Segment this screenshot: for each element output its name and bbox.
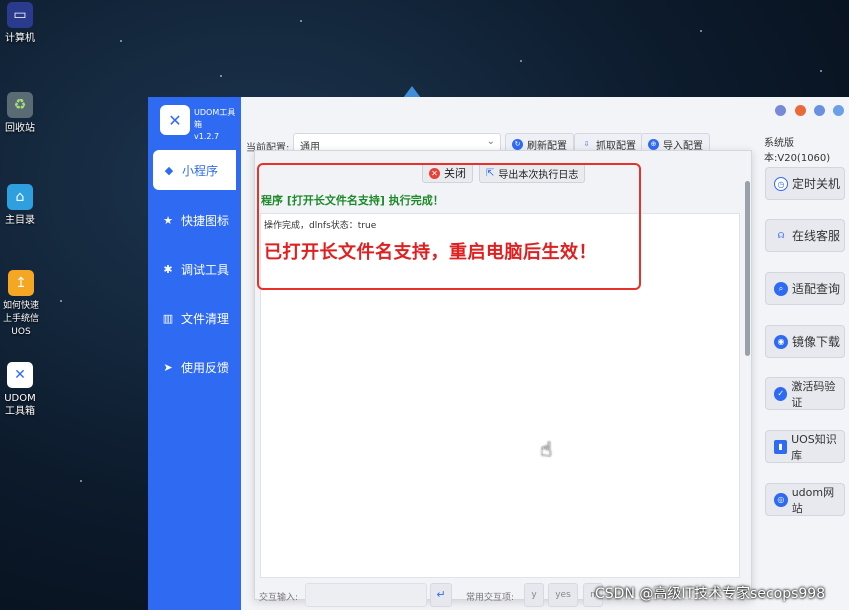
- common-options-label: 常用交互项:: [466, 593, 515, 603]
- desktop-icon-label: 回收站: [5, 123, 35, 134]
- udom-logo-icon: ✕: [160, 105, 190, 135]
- trash-icon: ▥: [162, 311, 174, 325]
- button-label: udom网站: [791, 485, 835, 515]
- interaction-input[interactable]: [305, 583, 427, 607]
- enter-icon[interactable]: ↵: [430, 583, 452, 607]
- disc-icon: ◉: [774, 334, 788, 349]
- desktop-icon-trash[interactable]: ♻ 回收站: [0, 92, 40, 135]
- highlight-box: [257, 163, 641, 290]
- sidebar-item-feedback[interactable]: ➤ 使用反馈: [148, 347, 241, 387]
- udom-icon: ✕: [7, 362, 33, 388]
- bug-icon: ✱: [163, 262, 173, 276]
- sidebar-item-debug-tools[interactable]: ✱ 调试工具: [148, 249, 241, 289]
- button-label: 镜像下载: [792, 335, 841, 349]
- clock-icon: ◷: [774, 176, 788, 191]
- sidebar-item-file-cleanup[interactable]: ▥ 文件清理: [148, 298, 241, 338]
- close-window-button[interactable]: [833, 105, 844, 116]
- desktop-icon-home[interactable]: ⌂ 主目录: [0, 184, 40, 227]
- button-label: 定时关机: [792, 177, 841, 191]
- sidebar-item-mini-programs[interactable]: ◆ 小程序: [153, 150, 236, 190]
- option-y-button[interactable]: y: [524, 583, 544, 607]
- sidebar-item-label: 小程序: [182, 163, 219, 178]
- online-support-button[interactable]: ☊ 在线客服: [765, 219, 845, 252]
- uos-help-icon: ↥: [8, 270, 34, 296]
- desktop-icon-udom[interactable]: ✕ UDOM工具箱: [0, 362, 40, 418]
- desktop-icon-label: 计算机: [5, 33, 35, 44]
- button-label: 适配查询: [792, 282, 841, 296]
- send-icon: ➤: [163, 360, 173, 374]
- button-label: 在线客服: [792, 229, 841, 243]
- download-icon: ⇩: [583, 139, 590, 148]
- desktop-icon-label: 主目录: [5, 215, 35, 226]
- sidebar: ✕ UDOM工具箱 v1.2.7 ◆ 小程序 ★ 快捷图标 ✱ 调试工具 ▥ 文…: [148, 97, 241, 610]
- dialog-scrollbar[interactable]: [745, 181, 750, 356]
- activation-code-button[interactable]: ✓ 激活码验证: [765, 377, 845, 410]
- uos-knowledge-base-button[interactable]: ▮ UOS知识库: [765, 430, 845, 463]
- search-icon: ⌕: [774, 281, 788, 296]
- button-label: 激活码验证: [791, 379, 836, 409]
- image-download-button[interactable]: ◉ 镜像下载: [765, 325, 845, 358]
- compatibility-query-button[interactable]: ⌕ 适配查询: [765, 272, 845, 305]
- desktop-icon-label: 如何快速上手统信UOS: [2, 301, 39, 337]
- book-icon: ▮: [774, 439, 788, 454]
- hand-cursor-icon: ☝: [540, 437, 553, 461]
- cube-icon: ◆: [164, 163, 174, 177]
- trash-icon: ♻: [7, 92, 33, 118]
- computer-icon: ▭: [7, 2, 33, 28]
- minimize-button[interactable]: [795, 105, 806, 116]
- sidebar-item-label: 快捷图标: [181, 213, 230, 228]
- watermark: CSDN @高级IT技术专家secops998: [595, 586, 826, 602]
- scheduled-shutdown-button[interactable]: ◷ 定时关机: [765, 167, 845, 200]
- sidebar-item-shortcuts[interactable]: ★ 快捷图标: [148, 200, 241, 240]
- globe-icon: ◎: [774, 492, 788, 507]
- desktop-icon-label: UDOM工具箱: [4, 393, 36, 417]
- minimize-to-tray-button[interactable]: [775, 105, 786, 116]
- interaction-input-label: 交互输入:: [259, 593, 299, 603]
- option-yes-button[interactable]: yes: [548, 583, 578, 607]
- desktop-icon-computer[interactable]: ▭ 计算机: [0, 2, 40, 45]
- chevron-down-icon: ⌄: [486, 136, 495, 147]
- refresh-icon: ↻: [512, 138, 523, 150]
- star-icon: ★: [163, 213, 173, 227]
- system-version: 系统版本:V20(1060): [764, 138, 831, 164]
- check-icon: ✓: [774, 386, 788, 401]
- settings-button[interactable]: [814, 105, 825, 116]
- sidebar-item-label: 调试工具: [181, 262, 230, 277]
- import-icon: ⊕: [648, 138, 659, 150]
- button-label: UOS知识库: [791, 432, 837, 462]
- app-title: UDOM工具箱 v1.2.7: [194, 108, 236, 141]
- sidebar-item-label: 使用反馈: [181, 360, 230, 375]
- folder-icon: ⌂: [7, 184, 33, 210]
- headset-icon: ☊: [777, 230, 785, 240]
- sidebar-item-label: 文件清理: [181, 311, 230, 326]
- udom-website-button[interactable]: ◎ udom网站: [765, 483, 845, 516]
- desktop-icon-uos-help[interactable]: ↥ 如何快速上手统信UOS: [0, 270, 42, 339]
